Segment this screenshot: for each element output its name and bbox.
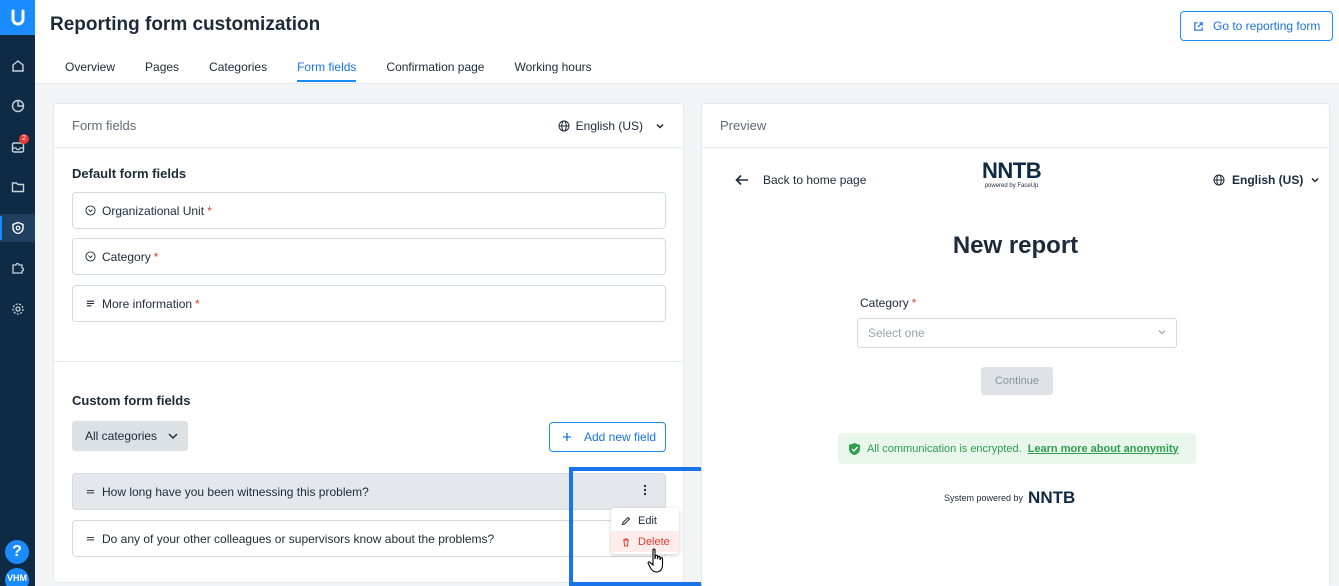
shield-check-icon [849,442,860,455]
encryption-text: All communication is encrypted. [867,442,1022,455]
tab-overview[interactable]: Overview [65,58,115,82]
powered-by-text: System powered by [944,493,1024,503]
form-fields-panel-header: Form fields English (US) [54,104,683,148]
chevron-down-icon [1311,177,1319,183]
notification-badge: 2 [19,134,29,144]
category-select[interactable]: Select one [857,318,1177,348]
category-filter-dropdown[interactable]: All categories [72,421,188,451]
preview-body: Back to home page NNTB powered by FaceUp… [702,148,1329,586]
back-label: Back to home page [763,173,867,187]
app-logo[interactable] [0,0,35,35]
globe-icon [1213,174,1225,186]
avatar[interactable]: VHM [5,568,29,586]
globe-icon [558,120,570,131]
chevron-down-icon [168,433,178,440]
inbox-icon[interactable]: 2 [0,133,35,161]
sidebar: 2 ? VHM [0,0,35,586]
preview-language-select[interactable]: English (US) [1213,173,1320,187]
default-field-organizational-unit[interactable]: Organizational Unit * [72,192,666,229]
required-asterisk: * [207,203,212,218]
tab-working-hours[interactable]: Working hours [514,58,591,82]
dropdown-circle-icon [85,205,96,216]
preview-panel-header: Preview [702,104,1329,148]
preview-panel-title: Preview [720,118,767,133]
field-label: How long have you been witnessing this p… [102,484,369,499]
text-lines-icon [86,537,95,541]
language-label: English (US) [575,118,643,133]
dropdown-circle-icon [85,251,96,262]
go-to-reporting-form-button[interactable]: Go to reporting form [1180,11,1333,41]
help-button[interactable]: ? [5,540,29,564]
go-to-reporting-form-label: Go to reporting form [1213,19,1321,33]
language-select[interactable]: English (US) [558,119,665,133]
tab-pages[interactable]: Pages [145,58,179,82]
tab-bar: Overview Pages Categories Form fields Co… [65,58,622,82]
field-label: Organizational Unit [102,203,205,218]
add-new-field-label: Add new field [584,430,657,444]
logo-text: NNTB [982,158,1042,183]
field-label: Category [102,249,151,264]
section-divider [54,361,683,362]
plus-icon [563,433,571,441]
encryption-notice: All communication is encrypted. Learn mo… [838,433,1196,464]
preview-panel: Preview Back to home page NNTB powered b… [701,103,1330,586]
logo-icon [11,9,24,25]
new-report-heading: New report [952,232,1079,259]
chevron-down-icon [1158,330,1166,335]
page-title: Reporting form customization [50,14,321,35]
required-asterisk: * [911,296,917,310]
puzzle-icon[interactable] [0,254,35,282]
gear-icon[interactable] [0,295,35,323]
category-filter-label: All categories [85,429,158,443]
custom-fields-title: Custom form fields [72,393,191,408]
default-fields-title: Default form fields [72,166,187,181]
category-field-label: Category * [860,296,916,310]
add-new-field-button[interactable]: Add new field [549,422,666,452]
nntb-logo: NNTB powered by FaceUp [982,158,1042,190]
field-label: More information [102,296,193,311]
default-field-more-information[interactable]: More information * [72,285,666,322]
select-placeholder: Select one [868,326,925,340]
powered-by-logo: NNTB [1028,488,1076,507]
text-lines-icon [86,300,95,307]
required-asterisk: * [195,296,200,311]
required-asterisk: * [153,249,159,264]
default-field-category[interactable]: Category * [72,238,666,275]
chevron-down-icon [656,123,664,129]
arrow-left-icon [735,174,748,186]
powered-by: System powered by NNTB [944,488,1075,508]
home-icon[interactable] [0,52,35,80]
preview-language-label: English (US) [1232,173,1304,187]
folder-icon[interactable] [0,173,35,201]
shield-settings-icon[interactable] [0,214,35,242]
continue-button[interactable]: Continue [981,367,1053,395]
text-lines-icon [86,490,95,494]
tab-confirmation-page[interactable]: Confirmation page [386,58,484,82]
tab-form-fields[interactable]: Form fields [297,58,357,82]
category-label-text: Category [860,296,909,310]
external-link-icon [1194,21,1203,31]
field-label: Do any of your other colleagues or super… [102,531,495,546]
form-fields-panel-title: Form fields [72,118,137,133]
logo-subtext: powered by FaceUp [984,183,1039,189]
learn-more-link[interactable]: Learn more about anonymity [1028,443,1179,455]
page-header: Reporting form customization Go to repor… [35,0,1339,84]
tab-categories[interactable]: Categories [209,58,267,82]
back-to-home-link[interactable]: Back to home page [735,173,866,187]
chart-icon[interactable] [0,92,35,120]
